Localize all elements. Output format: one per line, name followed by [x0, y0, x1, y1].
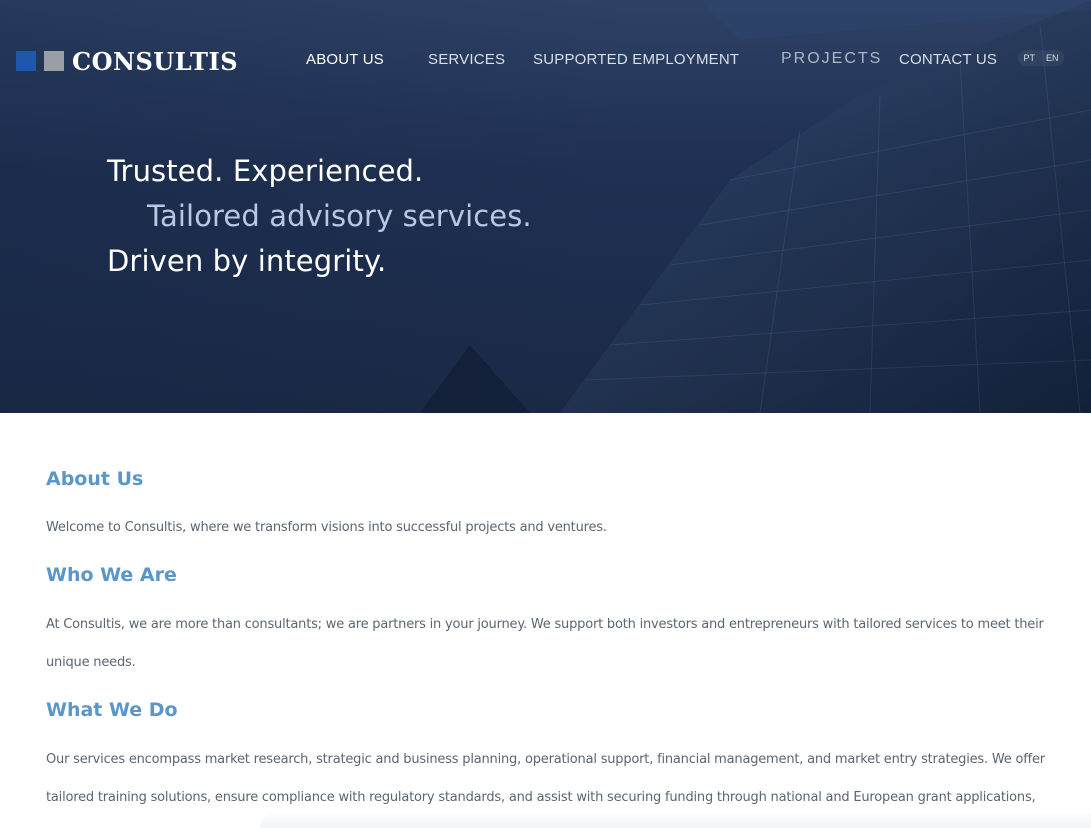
logo-text: CONSULTIS	[72, 46, 239, 76]
about-us-heading: About Us	[46, 468, 144, 490]
bottom-overlay-edge	[260, 812, 1091, 828]
hero-banner: CONSULTIS ABOUT US SERVICES SUPPORTED EM…	[0, 0, 1091, 413]
about-us-text: Welcome to Consultis, where we transform…	[46, 520, 607, 535]
nav-contact-us[interactable]: CONTACT US	[899, 51, 997, 68]
nav-about-us[interactable]: ABOUT US	[306, 51, 384, 68]
nav-services[interactable]: SERVICES	[428, 51, 505, 68]
who-we-are-text: At Consultis, we are more than consultan…	[46, 617, 1044, 670]
hero-tagline-line-1: Trusted. Experienced.	[107, 154, 424, 188]
language-pt[interactable]: PT	[1023, 53, 1035, 63]
logo-square-grey	[44, 51, 64, 71]
language-switcher: PT EN	[1018, 50, 1064, 66]
hero-tagline-line-2: Tailored advisory services.	[147, 199, 532, 233]
language-en[interactable]: EN	[1046, 53, 1059, 63]
logo-square-blue	[16, 51, 36, 71]
what-we-do-text: Our services encompass market research, …	[46, 752, 1045, 805]
nav-supported-employment[interactable]: SUPPORTED EMPLOYMENT	[533, 51, 739, 68]
brand-logo[interactable]: CONSULTIS	[16, 46, 239, 76]
hero-tagline-line-3: Driven by integrity.	[107, 244, 387, 278]
what-we-do-heading: What We Do	[46, 699, 178, 721]
nav-projects[interactable]: PROJECTS	[781, 50, 882, 68]
who-we-are-heading: Who We Are	[46, 564, 177, 586]
